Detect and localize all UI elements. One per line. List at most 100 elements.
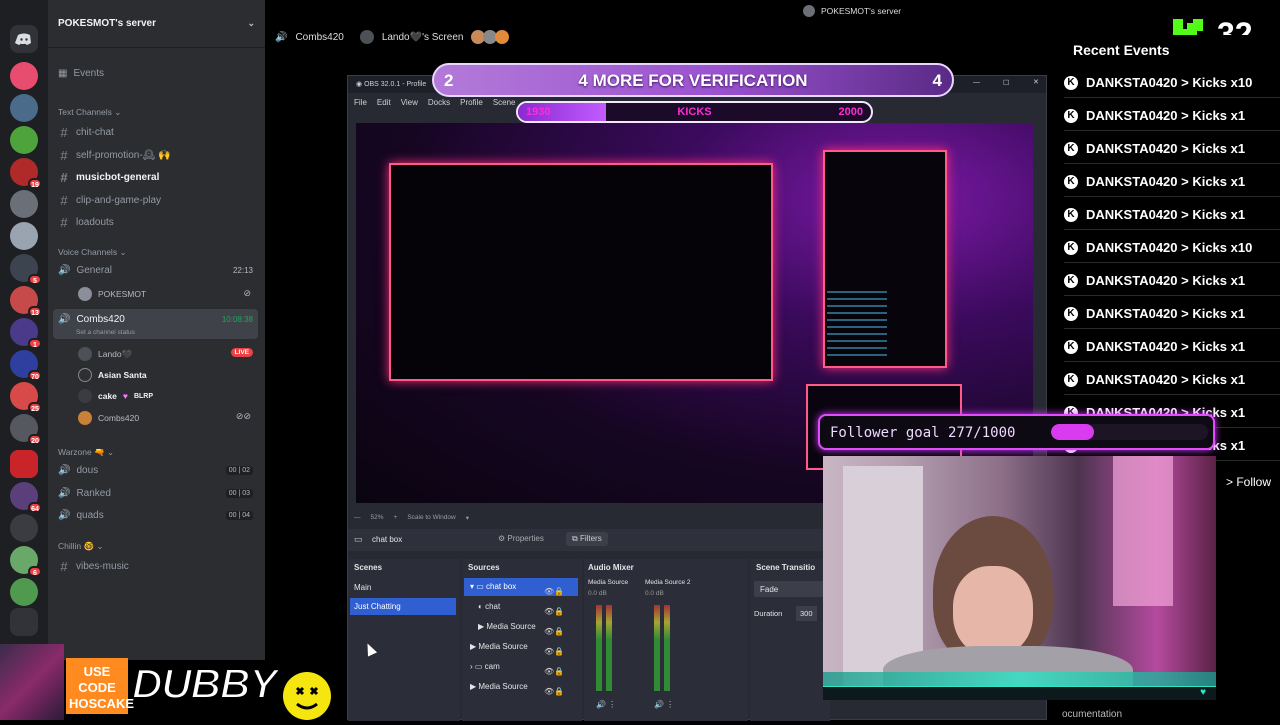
voice-channel-combs420[interactable]: 🔊 Combs420 xyxy=(58,314,125,325)
source-row[interactable]: ▶ Media Source xyxy=(478,622,536,631)
voice-user[interactable]: Lando🖤 xyxy=(78,347,132,361)
server-icon[interactable]: 25 xyxy=(10,382,42,413)
close-button[interactable]: ✕ xyxy=(1033,78,1039,86)
menu-edit[interactable]: Edit xyxy=(377,98,391,112)
category-warzone[interactable]: Warzone 🔫 ⌄ xyxy=(58,447,114,458)
category-chillin[interactable]: Chillin 🤓 ⌄ xyxy=(58,541,104,552)
category-text-channels[interactable]: Text Channels ⌄ xyxy=(58,107,121,118)
source-row[interactable]: ◐ chat xyxy=(478,602,500,611)
kick-icon: K xyxy=(1064,339,1078,354)
server-icon[interactable]: 20 xyxy=(10,414,42,445)
channel-self-promotion[interactable]: # self-promotion-🕰 🙌 xyxy=(58,148,171,163)
server-icon[interactable] xyxy=(10,608,38,636)
category-voice-channels[interactable]: Voice Channels ⌄ xyxy=(58,247,127,258)
server-icon[interactable] xyxy=(10,190,38,218)
source-row[interactable]: ▶ Media Source xyxy=(470,642,528,651)
channel-label: chit-chat xyxy=(76,127,114,138)
server-icon[interactable] xyxy=(10,94,38,122)
hash-icon: # xyxy=(60,125,68,140)
source-row[interactable]: ▶ Media Source xyxy=(470,682,528,691)
volume-meter[interactable] xyxy=(606,605,612,691)
category-label: Voice Channels xyxy=(58,247,118,257)
channel-label: General xyxy=(76,265,113,276)
kick-icon: K xyxy=(1064,372,1078,387)
channel-chit-chat[interactable]: # chit-chat xyxy=(58,125,114,140)
minimize-button[interactable]: — xyxy=(973,79,980,86)
channel-status[interactable]: Set a channel status xyxy=(76,329,135,336)
voice-channel-ranked[interactable]: 🔊 Ranked xyxy=(58,488,111,499)
scene-item-selected[interactable]: Just Chatting xyxy=(350,598,456,615)
event-item: K DANKSTA0420 > Kicks x1 xyxy=(1064,200,1280,230)
server-icon[interactable]: 70 xyxy=(10,350,42,381)
menu-profile[interactable]: Profile xyxy=(460,98,483,112)
visibility-icons[interactable]: 👁🔒 👁🔒 👁🔒 👁🔒 👁🔒 👁🔒 xyxy=(544,582,574,702)
voice-user[interactable]: POKESMOT xyxy=(78,287,146,301)
channel-musicbot-general[interactable]: # musicbot-general xyxy=(58,170,159,185)
speaker-icon: 🔊 xyxy=(58,488,71,499)
sponsor-code-box: USE CODE HOSCAKE xyxy=(66,658,134,714)
avatar xyxy=(78,347,92,361)
server-icon[interactable] xyxy=(10,126,38,154)
transition-select[interactable]: Fade xyxy=(754,581,826,597)
server-icon[interactable] xyxy=(10,62,38,90)
channel-label: Combs420 xyxy=(76,314,125,325)
maximize-button[interactable]: ☐ xyxy=(1003,79,1009,87)
menu-docks[interactable]: Docks xyxy=(428,98,450,112)
voice-user[interactable]: Combs420 xyxy=(78,411,139,425)
properties-button[interactable]: ⚙ Properties xyxy=(498,534,544,543)
discord-home-icon[interactable] xyxy=(10,25,38,53)
mute-icon[interactable]: 🔊 ⋮ xyxy=(596,700,616,709)
user-limit-pill: 00 | 03 xyxy=(225,489,253,498)
events-item[interactable]: ▦ Events xyxy=(58,68,104,79)
server-icon[interactable]: 6 xyxy=(10,546,42,577)
voice-channel-general[interactable]: 🔊 General xyxy=(58,265,112,276)
zoom-out-button[interactable]: — xyxy=(354,514,361,522)
chevron-down-icon[interactable]: ▾ xyxy=(466,514,469,522)
channel-clip-and-game-play[interactable]: # clip-and-game-play xyxy=(58,193,161,208)
server-header[interactable]: POKESMOT's server ⌄ xyxy=(48,0,265,48)
voice-user[interactable]: Asian Santa xyxy=(78,368,147,382)
user-limit: 03 xyxy=(242,490,250,497)
unread-badge: 6 xyxy=(28,566,42,577)
server-icon[interactable] xyxy=(10,578,38,606)
channel-vibes-music[interactable]: # vibes-music xyxy=(58,559,128,574)
server-icon[interactable] xyxy=(10,222,38,250)
scene-item[interactable]: Main xyxy=(354,583,371,592)
voice-channel-dous[interactable]: 🔊 dous xyxy=(58,465,98,476)
mute-icon[interactable]: 🔊 ⋮ xyxy=(654,700,674,709)
event-text: DANKSTA0420 > Kicks x1 xyxy=(1086,108,1246,123)
server-icon[interactable]: 5 xyxy=(10,254,42,285)
hash-icon: # xyxy=(60,193,68,208)
voice-channel-quads[interactable]: 🔊 quads xyxy=(58,510,104,521)
duration-input[interactable]: 300 xyxy=(796,606,817,621)
channel-loadouts[interactable]: # loadouts xyxy=(58,215,113,230)
channel-label: musicbot-general xyxy=(76,172,160,183)
menu-file[interactable]: File xyxy=(354,98,367,112)
volume-meter[interactable] xyxy=(654,605,660,691)
dock-title: Sources xyxy=(468,563,500,572)
scale-mode[interactable]: Scale to Window xyxy=(407,514,455,522)
source-row[interactable]: › ▭ cam xyxy=(470,662,500,671)
menu-view[interactable]: View xyxy=(401,98,418,112)
server-icon[interactable]: 1 xyxy=(10,318,42,349)
event-text: DANKSTA0420 > Kicks x1 xyxy=(1086,339,1246,354)
channel-label: self-promotion-🕰 🙌 xyxy=(76,150,171,161)
server-icon[interactable]: 64 xyxy=(10,482,42,513)
volume-meter[interactable] xyxy=(596,605,602,691)
volume-meter[interactable] xyxy=(664,605,670,691)
zoom-in-button[interactable]: + xyxy=(394,514,398,522)
goal-text: 4 MORE FOR VERIFICATION xyxy=(578,71,808,90)
mixer-db: 0.0 dB xyxy=(588,590,607,597)
hash-icon: # xyxy=(60,215,68,230)
source-row[interactable]: ▾ ▭ chat box xyxy=(470,582,516,591)
server-icon[interactable] xyxy=(10,450,38,478)
events-label: Events xyxy=(73,68,105,79)
filters-button[interactable]: ⧉ Filters xyxy=(566,532,608,546)
stream-title[interactable]: Lando🖤's Screen xyxy=(382,32,464,43)
server-icon[interactable] xyxy=(10,514,38,542)
menu-scene[interactable]: Scene xyxy=(493,98,516,112)
voice-user[interactable]: cake ♥ BLRP xyxy=(78,389,153,403)
server-icon[interactable]: 19 xyxy=(10,158,42,189)
unread-badge: 5 xyxy=(28,274,42,285)
server-icon[interactable]: 13 xyxy=(10,286,42,317)
